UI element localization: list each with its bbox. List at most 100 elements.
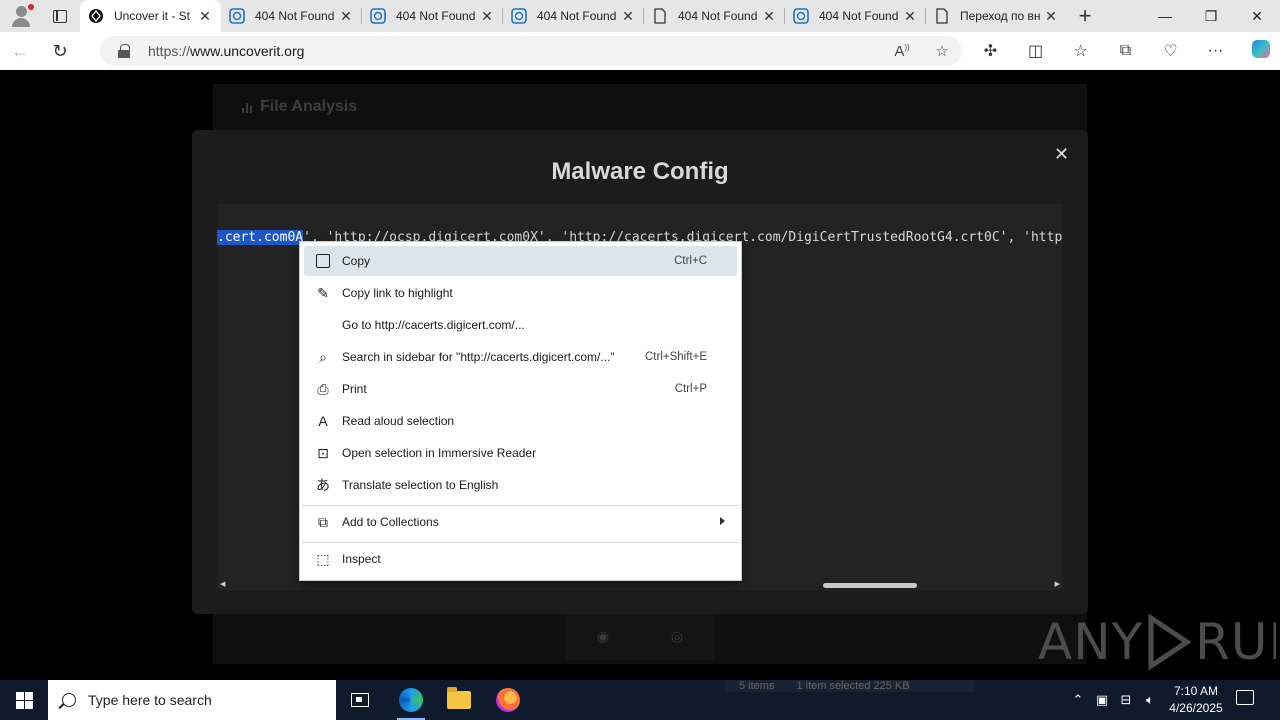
- close-tab-icon[interactable]: ✕: [1043, 8, 1059, 25]
- minimize-icon[interactable]: —: [1142, 0, 1188, 32]
- close-tab-icon[interactable]: ✕: [761, 8, 777, 25]
- taskbar-clock[interactable]: 7:10 AM 4/26/2025: [1160, 683, 1232, 717]
- new-tab-button[interactable]: +: [1067, 0, 1103, 32]
- edge-page-icon: [511, 8, 527, 24]
- tab-title: 404 Not Found: [255, 9, 335, 23]
- menu-item-go-to-link[interactable]: Go to http://cacerts.digicert.com/...: [304, 310, 737, 340]
- read-aloud-icon[interactable]: A)): [882, 43, 922, 60]
- menu-item-add-to-collections[interactable]: ⧉ Add to Collections: [304, 507, 737, 537]
- context-menu: Copy Ctrl+C ✎ Copy link to highlight Go …: [299, 241, 742, 581]
- edge-icon: [399, 688, 423, 712]
- explorer-status-bar: 5 items 1 item selected 225 KB: [725, 680, 975, 692]
- edge-page-icon: [370, 8, 386, 24]
- tab-strip: Uncover it - St ✕ 404 Not Found ✕ 404 No…: [0, 0, 1280, 32]
- window-controls: — ❐ ✕: [1142, 0, 1280, 32]
- tab-redirect[interactable]: Переход по вн ✕: [926, 0, 1067, 32]
- menu-item-copy[interactable]: Copy Ctrl+C: [304, 246, 737, 276]
- menu-separator: [301, 542, 742, 543]
- menu-separator: [301, 505, 742, 506]
- taskbar-search-box[interactable]: Type here to search: [48, 680, 336, 720]
- edge-page-icon: [793, 8, 809, 24]
- tab-404-4[interactable]: 404 Not Found ✕: [644, 0, 785, 32]
- tab-actions-button[interactable]: [40, 0, 80, 32]
- uncoverit-logo-icon: [88, 8, 104, 24]
- collections-icon[interactable]: ⧉: [1103, 42, 1148, 60]
- system-tray: ⌃ ▣ ⊟ 🔈︎: [1066, 680, 1162, 720]
- submenu-arrow-icon: [720, 517, 725, 525]
- selected-text[interactable]: .cert.com0A: [217, 230, 304, 245]
- browser-essentials-icon[interactable]: ♡: [1148, 41, 1193, 61]
- volume-icon[interactable]: 🔈︎: [1138, 692, 1162, 708]
- more-menu-icon[interactable]: ···: [1193, 42, 1238, 60]
- close-tab-icon[interactable]: ✕: [197, 8, 213, 25]
- menu-item-immersive-reader[interactable]: ⊡ Open selection in Immersive Reader: [304, 438, 737, 468]
- extensions-icon[interactable]: ✣: [968, 41, 1013, 61]
- copy-icon: [304, 254, 342, 268]
- split-screen-icon[interactable]: ◫: [1013, 41, 1058, 61]
- copilot-icon[interactable]: [1238, 39, 1280, 63]
- close-tab-icon[interactable]: ✕: [902, 8, 918, 25]
- edge-taskbar-button[interactable]: [387, 680, 435, 720]
- menu-item-print[interactable]: ⎙ Print Ctrl+P: [304, 374, 737, 404]
- windows-logo-icon: [15, 691, 33, 709]
- lock-icon[interactable]: [118, 44, 130, 58]
- favorites-icon[interactable]: ☆: [1058, 41, 1103, 61]
- document-icon: [652, 8, 668, 24]
- tab-uncoverit[interactable]: Uncover it - St ✕: [80, 0, 221, 32]
- tab-404-5[interactable]: 404 Not Found ✕: [785, 0, 926, 32]
- firefox-icon: [496, 688, 520, 712]
- menu-item-read-aloud[interactable]: A Read aloud selection: [304, 406, 737, 436]
- anyrun-watermark: ANY RUN: [1038, 613, 1276, 671]
- close-tab-icon[interactable]: ✕: [620, 8, 636, 25]
- favorite-star-icon[interactable]: ☆: [922, 42, 962, 60]
- close-tab-icon[interactable]: ✕: [338, 8, 354, 25]
- scrollbar-thumb[interactable]: [823, 583, 917, 588]
- refresh-button[interactable]: ↻: [40, 35, 80, 67]
- menu-item-translate[interactable]: あ Translate selection to English: [304, 470, 737, 500]
- address-bar[interactable]: https://www.uncoverit.org A)) ☆: [100, 36, 962, 66]
- tab-title: Переход по вн: [960, 9, 1041, 23]
- restore-icon[interactable]: ❐: [1188, 0, 1234, 32]
- network-icon[interactable]: ⊟: [1114, 692, 1138, 708]
- task-view-button[interactable]: [336, 680, 384, 720]
- tab-title: 404 Not Found: [819, 9, 899, 23]
- device-icon[interactable]: ▣: [1090, 692, 1114, 708]
- close-modal-icon[interactable]: ✕: [1054, 144, 1069, 165]
- firefox-taskbar-button[interactable]: [484, 680, 532, 720]
- tab-404-3[interactable]: 404 Not Found ✕: [503, 0, 644, 32]
- menu-item-copy-link-highlight[interactable]: ✎ Copy link to highlight: [304, 278, 737, 308]
- discord-icon[interactable]: ◉: [566, 612, 640, 660]
- profile-avatar-button[interactable]: [0, 0, 40, 32]
- tab-404-1[interactable]: 404 Not Found ✕: [221, 0, 362, 32]
- chevron-up-icon[interactable]: ⌃: [1066, 692, 1090, 708]
- instagram-icon[interactable]: ◎: [640, 612, 714, 660]
- close-tab-icon[interactable]: ✕: [479, 8, 495, 25]
- file-explorer-taskbar-button[interactable]: [435, 680, 483, 720]
- collections-icon: ⧉: [318, 513, 328, 530]
- document-icon: [934, 8, 950, 24]
- back-button[interactable]: ←: [0, 35, 40, 67]
- horizontal-scrollbar[interactable]: ◀ ▶: [217, 580, 1063, 590]
- menu-item-search-sidebar[interactable]: ⌕ Search in sidebar for "http://cacerts.…: [304, 342, 737, 372]
- windows-taskbar: Type here to search 5 items 1 item selec…: [0, 680, 1280, 720]
- inspect-icon: ⬚: [316, 550, 330, 567]
- scroll-left-icon[interactable]: ◀: [220, 580, 225, 588]
- url-text[interactable]: https://www.uncoverit.org: [148, 43, 882, 59]
- sidebar-search-icon: ⌕: [319, 348, 327, 365]
- link-highlight-icon: ✎: [317, 284, 329, 301]
- tab-title: 404 Not Found: [537, 9, 617, 23]
- start-button[interactable]: [0, 680, 48, 720]
- tab-title: Uncover it - St: [114, 9, 191, 23]
- social-links: ◉ ◎: [566, 612, 714, 660]
- notification-icon[interactable]: [1236, 690, 1254, 705]
- browser-toolbar: ← ↻ https://www.uncoverit.org A)) ☆ ✣ ◫ …: [0, 32, 1280, 70]
- close-window-icon[interactable]: ✕: [1234, 0, 1280, 32]
- print-icon: ⎙: [317, 380, 329, 397]
- scroll-right-icon[interactable]: ▶: [1055, 580, 1060, 588]
- menu-item-inspect[interactable]: ⬚ Inspect: [304, 544, 737, 574]
- search-icon: [62, 693, 76, 707]
- folder-icon: [447, 687, 471, 709]
- tab-title: 404 Not Found: [396, 9, 476, 23]
- task-view-icon: [351, 693, 369, 707]
- tab-404-2[interactable]: 404 Not Found ✕: [362, 0, 503, 32]
